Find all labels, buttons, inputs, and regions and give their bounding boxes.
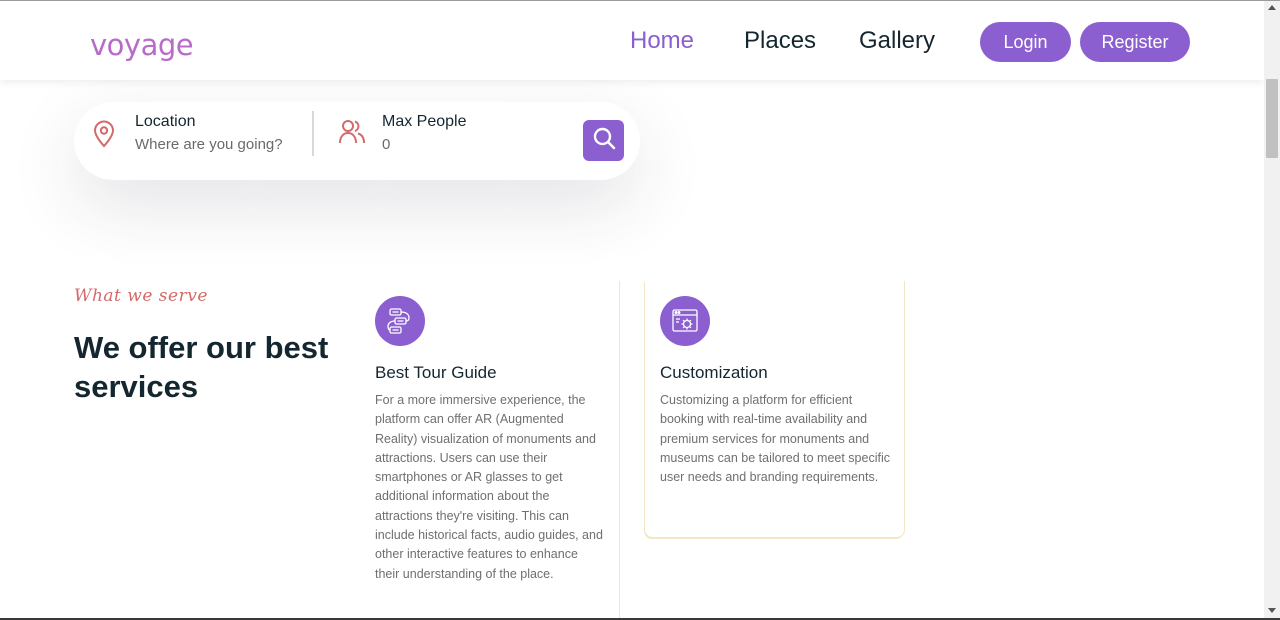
page-scrollbar[interactable]: [1264, 1, 1280, 618]
users-icon: [338, 118, 366, 151]
service-card: Customization Customizing a platform for…: [645, 281, 905, 538]
search-icon: [592, 126, 616, 155]
logo[interactable]: voyage: [90, 31, 194, 60]
location-pin-icon: [92, 120, 116, 153]
card-title: Best Tour Guide: [375, 363, 497, 382]
card-description: For a more immersive experience, the pla…: [375, 393, 603, 581]
card-title: Customization: [660, 363, 768, 382]
search-button[interactable]: [583, 120, 624, 161]
search-divider: [312, 111, 314, 156]
card-description: Customizing a platform for efficient boo…: [660, 393, 890, 485]
nav-gallery[interactable]: Gallery: [859, 29, 935, 53]
login-button[interactable]: Login: [980, 22, 1071, 62]
section-title: We offer our best services: [74, 330, 329, 404]
nav-places[interactable]: Places: [744, 29, 816, 53]
location-input[interactable]: Where are you going?: [135, 136, 283, 153]
section-tagline: What we serve: [74, 286, 208, 306]
max-people-input[interactable]: 0: [382, 136, 390, 153]
location-label: Location: [135, 113, 196, 130]
scrollbar-thumb[interactable]: [1266, 79, 1278, 158]
site-header: voyage Home Places Gallery Login Registe…: [0, 1, 1264, 80]
max-people-label: Max People: [382, 113, 467, 130]
search-box: Location Where are you going? Max People…: [74, 102, 640, 180]
nav-home[interactable]: Home: [630, 29, 694, 53]
tour-guide-icon: [375, 296, 425, 346]
customization-icon: [660, 296, 710, 346]
scroll-down-arrow-icon[interactable]: [1268, 608, 1276, 613]
window-top-border: [0, 0, 1280, 1]
scroll-up-arrow-icon[interactable]: [1268, 5, 1276, 10]
register-button[interactable]: Register: [1080, 22, 1190, 62]
service-card: Best Tour Guide For a more immersive exp…: [360, 281, 620, 620]
